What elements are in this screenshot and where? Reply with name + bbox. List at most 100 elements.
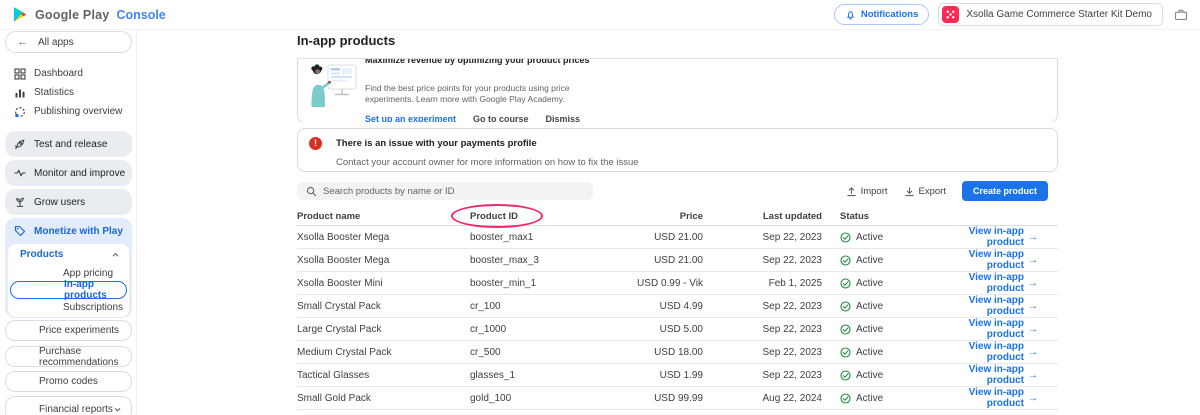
product-id-cell: cr_1000 [470,324,630,335]
product-id-cell: gold_100 [470,393,630,404]
logo-text-console: Console [116,8,165,22]
dismiss-link[interactable]: Dismiss [546,114,581,122]
product-name-cell: Xsolla Booster Mega [297,232,470,243]
status-cell: Active [822,324,940,335]
notifications-button[interactable]: Notifications [834,4,930,25]
sidebar-item-promo-codes[interactable]: Promo codes [5,371,132,392]
last-updated-cell: Sep 22, 2023 [703,347,822,358]
status-label: Active [856,370,883,381]
table-row: Large Crystal Pack cr_1000 USD 5.00 Sep … [297,318,1058,341]
sidebar-group-products[interactable]: Products [8,244,129,265]
last-updated-cell: Aug 22, 2024 [703,393,822,404]
sidebar-item-label: Test and release [34,139,107,150]
sidebar-item-label: Dashboard [34,68,83,79]
product-name-cell: Large Crystal Pack [297,324,470,335]
sidebar-item-label: App pricing [63,268,113,279]
statistics-icon [13,87,26,99]
products-group-label: Products [20,249,63,260]
export-label: Export [919,186,946,197]
view-in-app-product-link[interactable]: View in-app product→ [940,295,1038,317]
set-up-experiment-link[interactable]: Set up an experiment [365,114,456,122]
rocket-icon [13,138,26,150]
sidebar-item-monitor-and-improve[interactable]: Monitor and improve [5,160,132,186]
sidebar-item-test-and-release[interactable]: Test and release [5,131,132,157]
price-cell: USD 99.99 [630,393,703,404]
monetize-section: Monetize with Play Products App pricing … [5,218,132,318]
sidebar-item-label: Publishing overview [34,106,122,117]
alert-title: There is an issue with your payments pro… [336,137,1043,150]
last-updated-cell: Sep 22, 2023 [703,301,822,312]
table-row: Medium Crystal Pack cr_500 USD 18.00 Sep… [297,341,1058,364]
active-check-icon [840,347,851,358]
table-row: Xsolla Booster Mini booster_min_1 USD 0.… [297,272,1058,295]
pulse-icon [13,167,26,179]
sidebar-item-purchase-recommendations[interactable]: Purchase recommendations [5,346,132,367]
price-cell: USD 1.99 [630,370,703,381]
sidebar-item-label: Monitor and improve [34,168,125,179]
table-row: Tactical Glasses glasses_1 USD 1.99 Sep … [297,364,1058,387]
view-in-app-product-link[interactable]: View in-app product→ [940,272,1038,294]
sidebar-item-label: Financial reports [39,404,113,415]
app-switcher[interactable]: Xsolla Game Commerce Starter Kit Demo [938,3,1163,26]
create-product-button[interactable]: Create product [962,181,1048,201]
search-box[interactable] [297,182,593,200]
sidebar-item-subscriptions[interactable]: Subscriptions [8,299,129,315]
sidebar-item-dashboard[interactable]: Dashboard [0,64,137,83]
table-header-row: Product name Product ID Price Last updat… [297,208,1058,226]
arrow-right-icon: → [1028,324,1038,335]
search-icon [306,186,317,197]
sidebar-item-publishing-overview[interactable]: Publishing overview [0,102,137,121]
briefcase-icon[interactable] [1172,6,1190,24]
sidebar-item-label: Grow users [34,197,85,208]
view-in-app-product-link[interactable]: View in-app product→ [940,364,1038,386]
product-id-cell: cr_500 [470,347,630,358]
view-in-app-product-link[interactable]: View in-app product→ [940,318,1038,340]
promo-body: Find the best price points for your prod… [365,83,597,105]
view-in-app-product-link[interactable]: View in-app product→ [940,226,1038,248]
sidebar-item-statistics[interactable]: Statistics [0,83,137,102]
arrow-right-icon: → [1028,393,1038,404]
view-in-app-product-link[interactable]: View in-app product→ [940,387,1038,409]
sidebar-item-grow-users[interactable]: Grow users [5,189,132,215]
app-name: Xsolla Game Commerce Starter Kit Demo [966,9,1152,20]
price-cell: USD 0.99 - Vik [630,278,703,289]
sidebar-item-label: In-app products [64,279,126,301]
logo-text-google-play: Google Play [35,8,109,22]
sidebar-item-financial-reports[interactable]: Financial reports [5,396,132,415]
top-app-bar: Google Play Console Notifications [0,0,1200,30]
sidebar-item-label: Monetize with Play [34,226,123,237]
active-check-icon [840,370,851,381]
table-row: Small Gold Pack gold_100 USD 99.99 Aug 2… [297,387,1058,410]
all-apps-button[interactable]: ← All apps [5,31,132,53]
go-to-course-link[interactable]: Go to course [473,114,529,122]
search-input[interactable] [323,186,584,197]
sidebar-item-monetize-with-play[interactable]: Monetize with Play [5,218,132,244]
arrow-right-icon: → [1028,370,1038,381]
sidebar-item-in-app-products[interactable]: In-app products [10,281,127,299]
status-label: Active [856,393,883,404]
main-content: In-app products [137,30,1200,415]
import-button[interactable]: Import [846,186,888,197]
all-apps-label: All apps [38,37,74,48]
sidebar-nav: ← All apps Dashboard Statistics Publishi… [0,30,137,415]
active-check-icon [840,255,851,266]
status-cell: Active [822,347,940,358]
export-button[interactable]: Export [904,186,946,197]
price-cell: USD 21.00 [630,255,703,266]
view-in-app-product-link[interactable]: View in-app product→ [940,249,1038,271]
status-label: Active [856,324,883,335]
sprout-icon [13,196,26,208]
col-price: Price [630,211,703,222]
sidebar-item-label: Price experiments [39,325,119,336]
last-updated-cell: Sep 22, 2023 [703,324,822,335]
sidebar-item-label: Subscriptions [63,302,123,313]
play-logo-icon [12,6,28,23]
sidebar-item-price-experiments[interactable]: Price experiments [5,320,132,341]
price-cell: USD 21.00 [630,232,703,243]
google-play-console-logo[interactable]: Google Play Console [12,6,166,23]
product-id-cell: booster_max_3 [470,255,630,266]
product-name-cell: Small Crystal Pack [297,301,470,312]
view-in-app-product-link[interactable]: View in-app product→ [940,341,1038,363]
col-status: Status [822,211,940,222]
error-icon: ! [309,137,322,150]
